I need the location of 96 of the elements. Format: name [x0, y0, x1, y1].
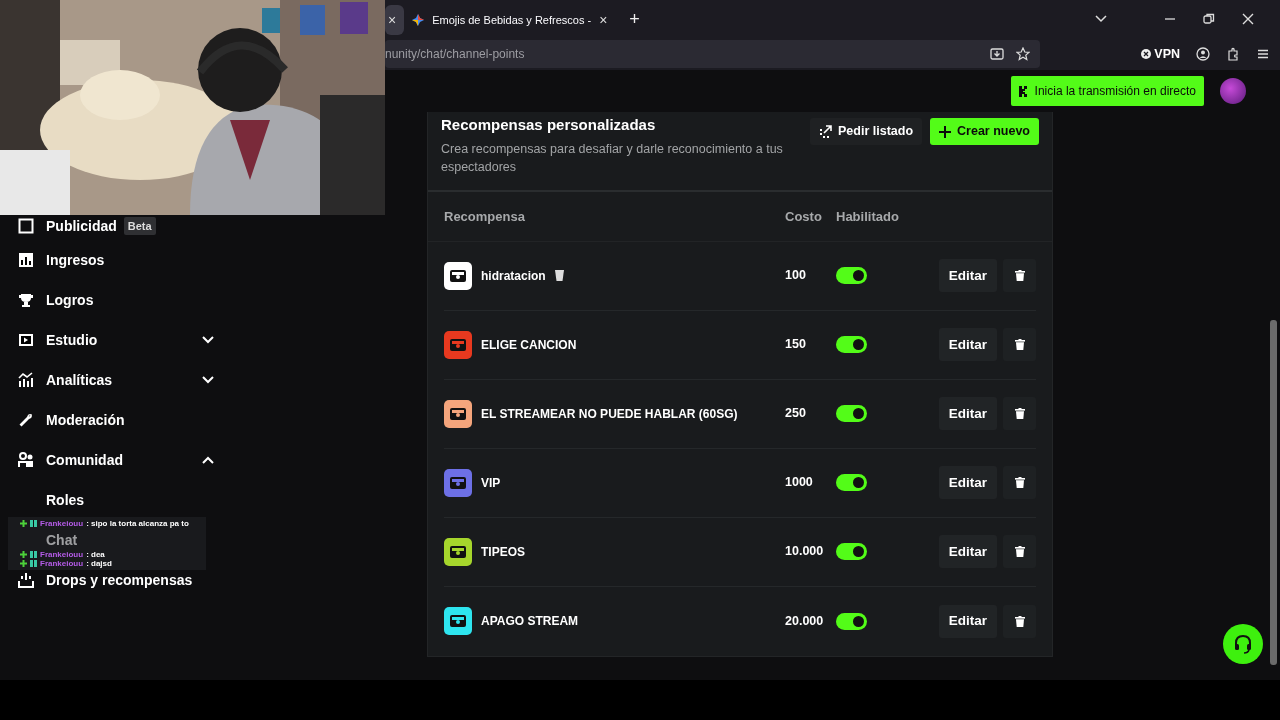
plus-badge-icon — [20, 520, 27, 527]
tab-title: Emojis de Bebidas y Refrescos - — [432, 12, 592, 28]
plus-icon — [939, 125, 952, 138]
edit-button[interactable]: Editar — [938, 397, 997, 431]
trash-icon — [1014, 546, 1025, 558]
analytics-icon — [18, 372, 34, 388]
k-logo-icon — [1018, 85, 1029, 97]
sidebar-subitem[interactable]: Chat — [46, 530, 78, 550]
trash-icon — [1014, 615, 1025, 627]
sidebar-item[interactable]: Publicidad Beta — [0, 216, 215, 236]
column-header: Habilitado — [836, 207, 899, 226]
delete-button[interactable] — [1003, 259, 1036, 293]
reward-name: hidratacion — [481, 267, 546, 285]
delete-button[interactable] — [1003, 466, 1036, 500]
edit-button[interactable]: Editar — [938, 466, 997, 500]
request-list-button[interactable]: Pedir listado — [810, 118, 923, 145]
reward-name: EL STREAMEAR NO PUEDE HABLAR (60SG) — [481, 405, 738, 423]
headset-icon — [1232, 633, 1254, 655]
chat-username: Frankeiouu — [40, 519, 84, 528]
reward-name: TIPEOS — [481, 543, 525, 561]
sidebar-item[interactable]: Analíticas — [0, 370, 215, 390]
close-circle-icon — [1141, 49, 1152, 59]
support-button[interactable] — [1223, 624, 1263, 664]
reward-cost: 250 — [785, 405, 807, 423]
reward-cost: 100 — [785, 267, 807, 285]
enabled-toggle[interactable] — [836, 405, 867, 423]
enabled-toggle[interactable] — [836, 612, 867, 630]
restore-icon[interactable] — [1202, 12, 1216, 26]
chat-message: : dea — [86, 550, 105, 559]
browser-tab[interactable]: Emojis de Bebidas y Refrescos - × — [404, 5, 616, 35]
reward-cost: 20.000 — [785, 612, 825, 630]
reward-cost: 1000 — [785, 474, 814, 492]
edit-button[interactable]: Editar — [938, 328, 997, 362]
enabled-toggle[interactable] — [836, 543, 867, 561]
square-icon — [18, 218, 34, 234]
account-icon[interactable] — [1196, 47, 1210, 61]
plus-badge-icon — [20, 551, 27, 558]
external-link-icon — [819, 125, 832, 138]
column-header: Costo — [785, 207, 823, 226]
wrench-icon — [18, 412, 34, 428]
chat-message: : dajsd — [86, 559, 112, 568]
create-button[interactable]: Crear nuevo — [930, 118, 1039, 145]
sidebar-item[interactable]: Drops y recompensas — [0, 570, 215, 590]
browser-logo-icon — [412, 14, 425, 26]
sidebar-item[interactable]: Moderación — [0, 410, 215, 430]
sidebar-item[interactable]: Ingresos — [0, 250, 215, 270]
plus-badge-icon — [20, 560, 27, 567]
download-tray-icon — [18, 572, 34, 588]
chat-message: : sipo la torta alcanza pa to — [86, 519, 189, 528]
bar-chart-icon — [18, 252, 34, 268]
tab-close-button[interactable]: × — [599, 9, 608, 31]
close-icon[interactable] — [1241, 12, 1255, 26]
trash-icon — [1014, 477, 1025, 489]
section-title: Recompensas personalizadas — [441, 115, 657, 135]
enabled-toggle[interactable] — [836, 336, 867, 354]
section-description: Crea recompensas para desafiar y darle reconocimiento a tus espectadores — [441, 140, 784, 176]
column-header: Recompensa — [444, 207, 526, 226]
delete-button[interactable] — [1003, 604, 1036, 638]
avatar[interactable] — [1220, 78, 1246, 104]
trash-icon — [1014, 270, 1025, 282]
reward-cost: 10.000 — [785, 543, 825, 561]
go-live-button[interactable]: Inicia la transmisión en directo — [1010, 76, 1204, 106]
edit-button[interactable]: Editar — [938, 604, 997, 638]
url-text[interactable]: nunity/chat/channel-points — [385, 45, 525, 63]
reward-cost: 150 — [785, 336, 807, 354]
reward-name: VIP — [481, 474, 501, 492]
video-icon — [18, 332, 34, 348]
users-icon — [18, 452, 34, 468]
sidebar-item[interactable]: Estudio — [0, 330, 215, 350]
tab-close-button[interactable]: × — [388, 9, 397, 31]
edit-button[interactable]: Editar — [938, 535, 997, 569]
trophy-icon — [18, 292, 34, 308]
menu-icon[interactable] — [1256, 47, 1270, 61]
chat-username: Frankeiouu — [40, 559, 84, 568]
extensions-icon[interactable] — [1226, 47, 1240, 61]
trash-icon — [1014, 408, 1025, 420]
reward-name: ELIGE CANCION — [481, 336, 577, 354]
enabled-toggle[interactable] — [836, 267, 867, 285]
new-tab-button[interactable]: + — [629, 5, 640, 33]
star-icon[interactable] — [1016, 47, 1030, 61]
sidebar-item[interactable]: Logros — [0, 290, 215, 310]
scrollbar-thumb[interactable] — [1270, 320, 1277, 665]
trash-icon — [1014, 339, 1025, 351]
enabled-toggle[interactable] — [836, 474, 867, 492]
reward-name: APAGO STREAM — [481, 613, 579, 631]
browser-tab[interactable]: × — [385, 5, 405, 35]
sidebar-subitem[interactable]: Roles — [46, 490, 85, 510]
edit-button[interactable]: Editar — [938, 259, 997, 293]
delete-button[interactable] — [1003, 328, 1036, 362]
delete-button[interactable] — [1003, 535, 1036, 569]
install-icon[interactable] — [990, 47, 1004, 61]
beta-badge: Beta — [123, 216, 156, 236]
vpn-button[interactable]: VPN — [1141, 44, 1180, 64]
delete-button[interactable] — [1003, 397, 1036, 431]
chat-username: Frankeiouu — [40, 550, 84, 559]
sidebar-item[interactable]: Comunidad — [0, 450, 215, 470]
